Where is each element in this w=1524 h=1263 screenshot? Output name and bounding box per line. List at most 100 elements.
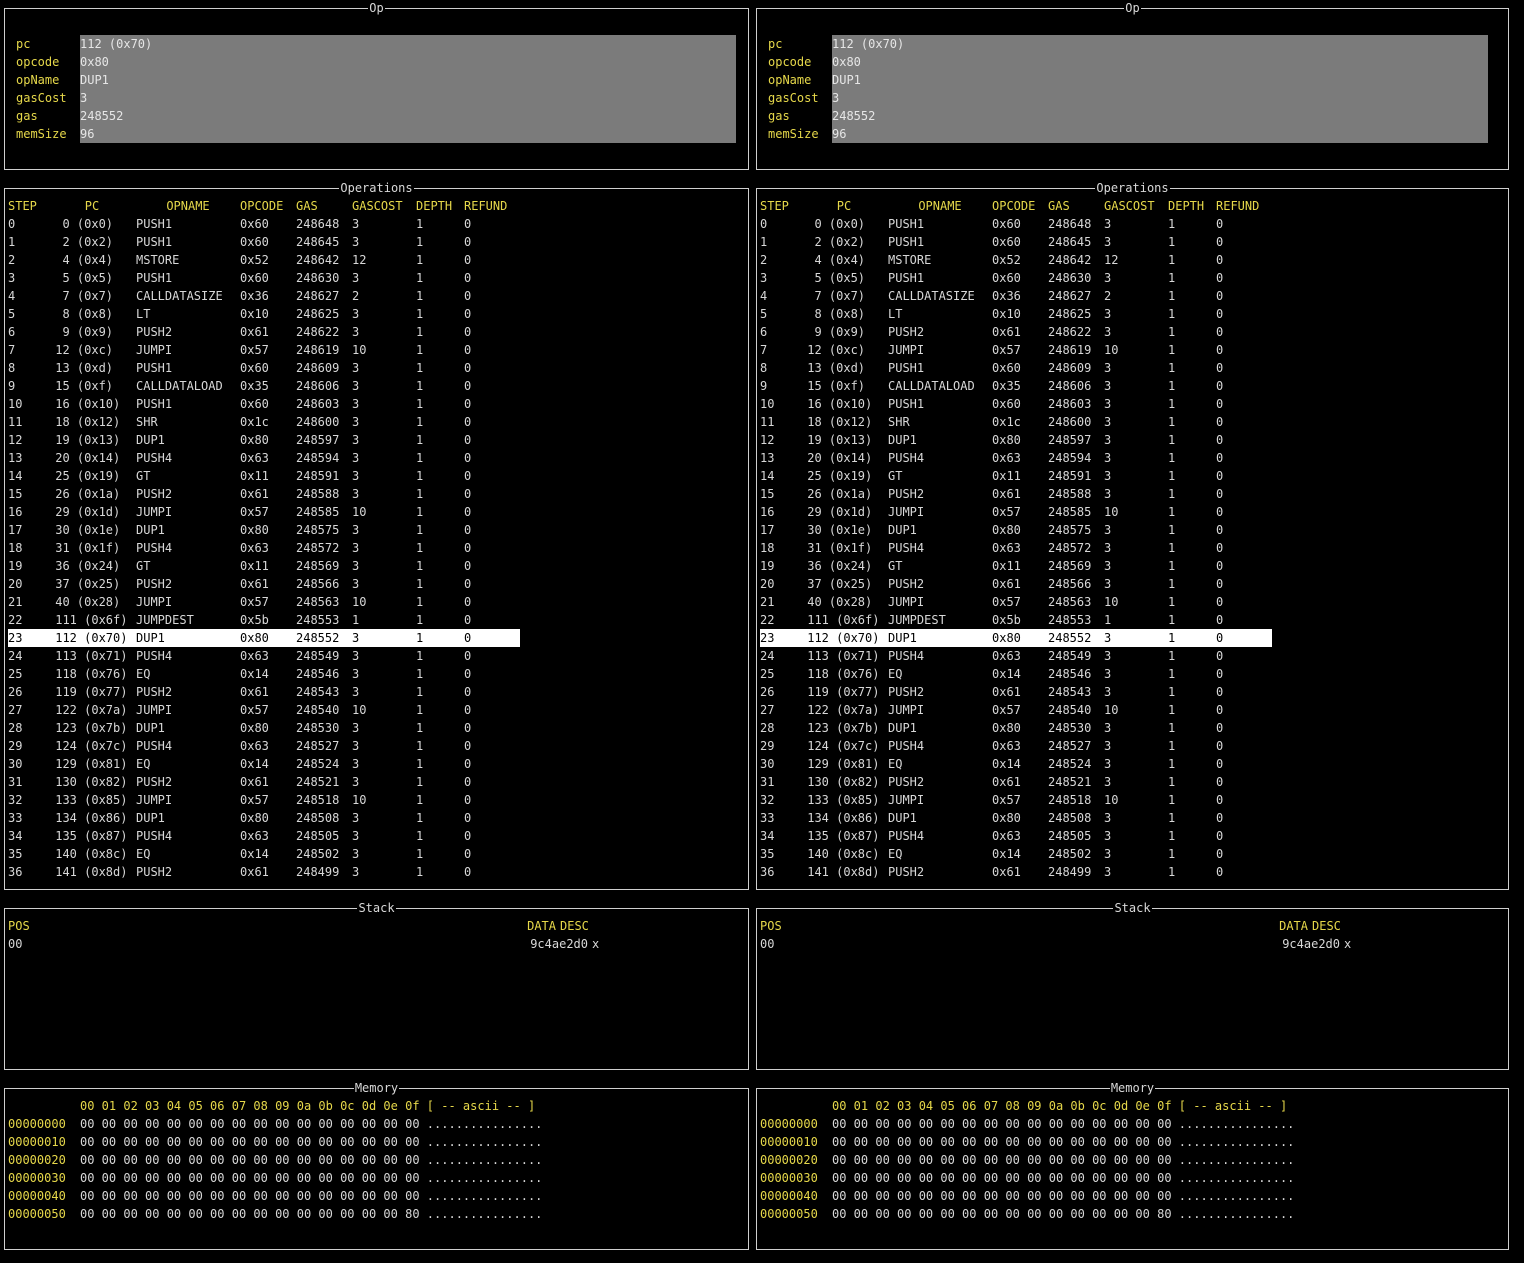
operation-row[interactable]: 2 4 (0x4) MSTORE 0x52 248642 12 1 0: [8, 251, 520, 269]
operation-row[interactable]: 15 26 (0x1a) PUSH2 0x61 248588 3 1 0: [760, 485, 1272, 503]
operation-row[interactable]: 9 15 (0xf) CALLDATALOAD 0x35 248606 3 1 0: [760, 377, 1272, 395]
operation-gascost: 3: [1104, 271, 1112, 285]
operation-row[interactable]: 26 119 (0x77) PUSH2 0x61 248543 3 1 0: [760, 683, 1272, 701]
operation-row[interactable]: 21 40 (0x28) JUMPI 0x57 248563 10 1 0: [8, 593, 520, 611]
operation-pc: 2 (0x2): [800, 235, 866, 249]
operation-row[interactable]: 4 7 (0x7) CALLDATASIZE 0x36 248627 2 1 0: [8, 287, 520, 305]
operation-row[interactable]: 36 141 (0x8d) PUSH2 0x61 248499 3 1 0: [8, 863, 520, 881]
operation-row[interactable]: 13 20 (0x14) PUSH4 0x63 248594 3 1 0: [8, 449, 520, 467]
operation-row[interactable]: 1 2 (0x2) PUSH1 0x60 248645 3 1 0: [8, 233, 520, 251]
operation-pc: 15 (0xf): [48, 379, 114, 393]
memory-bytes: 00 00 00 00 00 00 00 00 00 00 00 00 00 0…: [80, 1189, 420, 1203]
stack-row[interactable]: 00 9c4ae2d0 x: [760, 935, 1460, 953]
operation-row[interactable]: 16 29 (0x1d) JUMPI 0x57 248585 10 1 0: [8, 503, 520, 521]
operation-depth: 1: [416, 469, 424, 483]
stack-row[interactable]: 00 9c4ae2d0 x: [8, 935, 708, 953]
operation-depth: 1: [416, 487, 424, 501]
operation-opcode: 0x60: [992, 235, 1021, 249]
operation-row[interactable]: 20 37 (0x25) PUSH2 0x61 248566 3 1 0: [760, 575, 1272, 593]
operation-row[interactable]: 28 123 (0x7b) DUP1 0x80 248530 3 1 0: [8, 719, 520, 737]
operation-row[interactable]: 25 118 (0x76) EQ 0x14 248546 3 1 0: [8, 665, 520, 683]
operation-row[interactable]: 15 26 (0x1a) PUSH2 0x61 248588 3 1 0: [8, 485, 520, 503]
operation-row[interactable]: 33 134 (0x86) DUP1 0x80 248508 3 1 0: [760, 809, 1272, 827]
operation-row[interactable]: 2 4 (0x4) MSTORE 0x52 248642 12 1 0: [760, 251, 1272, 269]
operation-opcode: 0x63: [240, 739, 269, 753]
operations-table[interactable]: STEP PC OPNAME OPCODE GAS GASCOST DEPTH REFUND 0…: [8, 197, 520, 881]
operation-row[interactable]: 16 29 (0x1d) JUMPI 0x57 248585 10 1 0: [760, 503, 1272, 521]
operation-step: 3: [8, 271, 16, 285]
operation-row[interactable]: 36 141 (0x8d) PUSH2 0x61 248499 3 1 0: [760, 863, 1272, 881]
operation-row[interactable]: 18 31 (0x1f) PUSH4 0x63 248572 3 1 0: [760, 539, 1272, 557]
operation-row[interactable]: 22 111 (0x6f) JUMPDEST 0x5b 248553 1 1 0: [8, 611, 520, 629]
operation-row[interactable]: 35 140 (0x8c) EQ 0x14 248502 3 1 0: [8, 845, 520, 863]
operation-row[interactable]: 7 12 (0xc) JUMPI 0x57 248619 10 1 0: [760, 341, 1272, 359]
operation-refund: 0: [1216, 307, 1224, 321]
operation-row[interactable]: 19 36 (0x24) GT 0x11 248569 3 1 0: [8, 557, 520, 575]
operation-row[interactable]: 11 18 (0x12) SHR 0x1c 248600 3 1 0: [8, 413, 520, 431]
operation-row[interactable]: 24 113 (0x71) PUSH4 0x63 248549 3 1 0: [760, 647, 1272, 665]
operation-row[interactable]: 34 135 (0x87) PUSH4 0x63 248505 3 1 0: [8, 827, 520, 845]
operation-row[interactable]: 24 113 (0x71) PUSH4 0x63 248549 3 1 0: [8, 647, 520, 665]
operation-row[interactable]: 13 20 (0x14) PUSH4 0x63 248594 3 1 0: [760, 449, 1272, 467]
operation-row[interactable]: 11 18 (0x12) SHR 0x1c 248600 3 1 0: [760, 413, 1272, 431]
operation-row[interactable]: 17 30 (0x1e) DUP1 0x80 248575 3 1 0: [8, 521, 520, 539]
operation-row[interactable]: 1 2 (0x2) PUSH1 0x60 248645 3 1 0: [760, 233, 1272, 251]
operation-refund: 0: [1216, 505, 1224, 519]
selected-operation-row[interactable]: 23 112 (0x70) DUP1 0x80 248552 3 1 0: [760, 629, 1272, 647]
operation-row[interactable]: 33 134 (0x86) DUP1 0x80 248508 3 1 0: [8, 809, 520, 827]
operation-row[interactable]: 8 13 (0xd) PUSH1 0x60 248609 3 1 0: [8, 359, 520, 377]
operation-row[interactable]: 34 135 (0x87) PUSH4 0x63 248505 3 1 0: [760, 827, 1272, 845]
operation-row[interactable]: 32 133 (0x85) JUMPI 0x57 248518 10 1 0: [760, 791, 1272, 809]
operation-row[interactable]: 14 25 (0x19) GT 0x11 248591 3 1 0: [8, 467, 520, 485]
column-header-step: STEP: [760, 199, 789, 213]
operation-row[interactable]: 3 5 (0x5) PUSH1 0x60 248630 3 1 0: [8, 269, 520, 287]
operation-pc: 25 (0x19): [48, 469, 121, 483]
operation-row[interactable]: 0 0 (0x0) PUSH1 0x60 248648 3 1 0: [760, 215, 1272, 233]
operation-refund: 0: [464, 325, 472, 339]
operation-row[interactable]: 18 31 (0x1f) PUSH4 0x63 248572 3 1 0: [8, 539, 520, 557]
operation-row[interactable]: 7 12 (0xc) JUMPI 0x57 248619 10 1 0: [8, 341, 520, 359]
operation-row[interactable]: 19 36 (0x24) GT 0x11 248569 3 1 0: [760, 557, 1272, 575]
operation-opcode: 0x80: [240, 631, 269, 645]
operation-row[interactable]: 0 0 (0x0) PUSH1 0x60 248648 3 1 0: [8, 215, 520, 233]
operation-opname: DUP1: [136, 433, 165, 447]
operation-row[interactable]: 31 130 (0x82) PUSH2 0x61 248521 3 1 0: [8, 773, 520, 791]
operation-row[interactable]: 31 130 (0x82) PUSH2 0x61 248521 3 1 0: [760, 773, 1272, 791]
operation-row[interactable]: 6 9 (0x9) PUSH2 0x61 248622 3 1 0: [760, 323, 1272, 341]
operation-row[interactable]: 10 16 (0x10) PUSH1 0x60 248603 3 1 0: [760, 395, 1272, 413]
operation-row[interactable]: 29 124 (0x7c) PUSH4 0x63 248527 3 1 0: [760, 737, 1272, 755]
operation-row[interactable]: 29 124 (0x7c) PUSH4 0x63 248527 3 1 0: [8, 737, 520, 755]
operation-row[interactable]: 28 123 (0x7b) DUP1 0x80 248530 3 1 0: [760, 719, 1272, 737]
operation-gascost: 3: [352, 757, 360, 771]
operation-row[interactable]: 5 8 (0x8) LT 0x10 248625 3 1 0: [760, 305, 1272, 323]
operation-row[interactable]: 12 19 (0x13) DUP1 0x80 248597 3 1 0: [760, 431, 1272, 449]
operation-row[interactable]: 3 5 (0x5) PUSH1 0x60 248630 3 1 0: [760, 269, 1272, 287]
operation-row[interactable]: 26 119 (0x77) PUSH2 0x61 248543 3 1 0: [8, 683, 520, 701]
operation-row[interactable]: 30 129 (0x81) EQ 0x14 248524 3 1 0: [8, 755, 520, 773]
operation-row[interactable]: 25 118 (0x76) EQ 0x14 248546 3 1 0: [760, 665, 1272, 683]
operation-row[interactable]: 8 13 (0xd) PUSH1 0x60 248609 3 1 0: [760, 359, 1272, 377]
operation-row[interactable]: 20 37 (0x25) PUSH2 0x61 248566 3 1 0: [8, 575, 520, 593]
operation-row[interactable]: 17 30 (0x1e) DUP1 0x80 248575 3 1 0: [760, 521, 1272, 539]
operation-row[interactable]: 27 122 (0x7a) JUMPI 0x57 248540 10 1 0: [8, 701, 520, 719]
operation-row[interactable]: 6 9 (0x9) PUSH2 0x61 248622 3 1 0: [8, 323, 520, 341]
operation-row[interactable]: 21 40 (0x28) JUMPI 0x57 248563 10 1 0: [760, 593, 1272, 611]
operation-row[interactable]: 10 16 (0x10) PUSH1 0x60 248603 3 1 0: [8, 395, 520, 413]
operation-row[interactable]: 12 19 (0x13) DUP1 0x80 248597 3 1 0: [8, 431, 520, 449]
operation-row[interactable]: 9 15 (0xf) CALLDATALOAD 0x35 248606 3 1 0: [8, 377, 520, 395]
memory-bytes: 00 00 00 00 00 00 00 00 00 00 00 00 00 0…: [80, 1117, 420, 1131]
operation-row[interactable]: 32 133 (0x85) JUMPI 0x57 248518 10 1 0: [8, 791, 520, 809]
operation-row[interactable]: 30 129 (0x81) EQ 0x14 248524 3 1 0: [760, 755, 1272, 773]
operation-opname: GT: [888, 559, 903, 573]
operation-row[interactable]: 14 25 (0x19) GT 0x11 248591 3 1 0: [760, 467, 1272, 485]
selected-operation-row[interactable]: 23 112 (0x70) DUP1 0x80 248552 3 1 0: [8, 629, 520, 647]
operation-row[interactable]: 35 140 (0x8c) EQ 0x14 248502 3 1 0: [760, 845, 1272, 863]
operations-table[interactable]: STEP PC OPNAME OPCODE GAS GASCOST DEPTH REFUND 0…: [760, 197, 1272, 881]
operation-row[interactable]: 27 122 (0x7a) JUMPI 0x57 248540 10 1 0: [760, 701, 1272, 719]
operation-row[interactable]: 5 8 (0x8) LT 0x10 248625 3 1 0: [8, 305, 520, 323]
operation-step: 18: [8, 541, 23, 555]
operation-row[interactable]: 4 7 (0x7) CALLDATASIZE 0x36 248627 2 1 0: [760, 287, 1272, 305]
operation-row[interactable]: 22 111 (0x6f) JUMPDEST 0x5b 248553 1 1 0: [760, 611, 1272, 629]
operation-opname: PUSH2: [888, 775, 925, 789]
operation-opcode: 0x14: [992, 847, 1021, 861]
